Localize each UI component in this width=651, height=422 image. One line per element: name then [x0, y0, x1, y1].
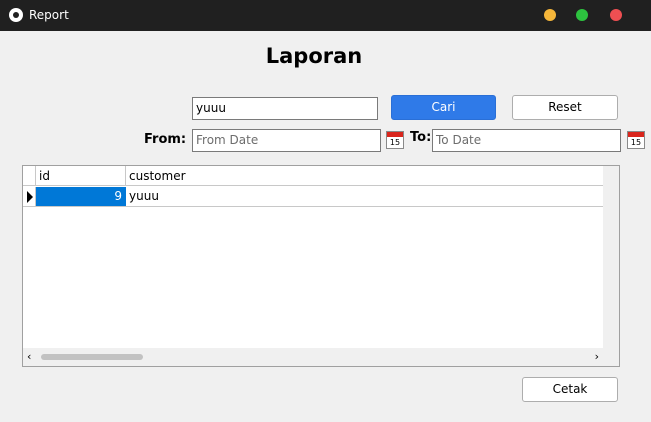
scroll-left-icon[interactable]: ‹: [27, 350, 31, 363]
from-label: From:: [144, 132, 187, 147]
from-date-field[interactable]: From Date: [192, 129, 381, 152]
to-label: To:: [410, 130, 432, 145]
search-button[interactable]: Cari: [391, 95, 496, 120]
row-header[interactable]: [23, 187, 36, 207]
calendar-day: 15: [630, 138, 642, 147]
cell-id[interactable]: 9: [36, 187, 126, 206]
print-button[interactable]: Cetak: [522, 377, 618, 402]
minimize-button[interactable]: [544, 9, 556, 21]
calendar-icon[interactable]: 15: [386, 131, 404, 149]
calendar-day: 15: [389, 138, 401, 147]
column-header-id[interactable]: id: [36, 166, 126, 186]
window-title: Report: [29, 8, 69, 22]
horizontal-scrollbar[interactable]: ‹ ›: [23, 348, 603, 366]
calendar-icon[interactable]: 15: [627, 131, 645, 149]
row-pointer-icon: [27, 191, 33, 203]
search-input[interactable]: yuuu: [192, 97, 378, 120]
table-row[interactable]: 9 yuuu: [23, 187, 603, 207]
vertical-scrollbar[interactable]: [603, 166, 619, 348]
table-header: id customer: [23, 166, 603, 186]
report-table[interactable]: id customer 9 yuuu ‹ ›: [22, 165, 620, 367]
close-button[interactable]: [610, 9, 622, 21]
to-date-field[interactable]: To Date: [432, 129, 621, 152]
scroll-thumb[interactable]: [41, 354, 143, 360]
page-title: Laporan: [265, 44, 363, 68]
reset-button[interactable]: Reset: [512, 95, 618, 120]
header-corner[interactable]: [23, 166, 36, 186]
cell-customer[interactable]: yuuu: [126, 187, 603, 206]
column-header-customer[interactable]: customer: [126, 166, 603, 186]
maximize-button[interactable]: [576, 9, 588, 21]
scroll-corner: [603, 348, 619, 366]
paw-icon: [9, 8, 23, 22]
scroll-right-icon[interactable]: ›: [595, 350, 599, 363]
title-bar: Report: [0, 0, 651, 31]
